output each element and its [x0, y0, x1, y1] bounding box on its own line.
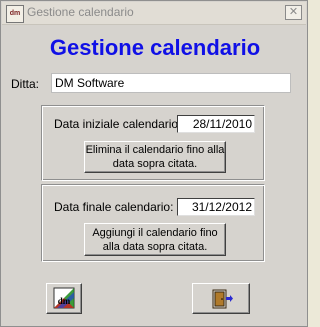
- delete-calendar-label-1: Elimina il calendario fino alla: [85, 144, 225, 156]
- close-button[interactable]: ✕: [285, 5, 302, 20]
- logo-button[interactable]: dm: [46, 283, 82, 314]
- dm-logo-icon: dm: [53, 287, 75, 309]
- exit-button[interactable]: [192, 283, 250, 314]
- company-field[interactable]: DM Software: [51, 73, 291, 93]
- add-calendar-button[interactable]: Aggiungi il calendario fino alla data so…: [84, 223, 226, 256]
- add-calendar-label-2: alla data sopra citata.: [102, 240, 208, 253]
- end-date-label: Data finale calendario:: [54, 200, 174, 214]
- add-calendar-label-1: Aggiungi il calendario fino: [92, 226, 218, 239]
- delete-calendar-label-2: data sopra citata.: [112, 158, 198, 170]
- start-date-input[interactable]: 28/11/2010: [177, 115, 255, 133]
- app-icon: dm: [6, 5, 24, 23]
- exit-door-icon: [212, 289, 233, 309]
- start-date-group: Data iniziale calendario: 28/11/2010 Eli…: [41, 105, 265, 181]
- window-title: Gestione calendario: [27, 5, 134, 19]
- end-date-input[interactable]: 31/12/2012: [177, 198, 255, 216]
- end-date-group: Data finale calendario: 31/12/2012 Aggiu…: [41, 184, 265, 262]
- company-label: Ditta:: [11, 77, 40, 91]
- start-date-label: Data iniziale calendario:: [54, 117, 182, 131]
- svg-text:dm: dm: [58, 296, 71, 306]
- page-title: Gestione calendario: [49, 35, 261, 60]
- delete-calendar-button[interactable]: Elimina il calendario fino alla data sop…: [84, 141, 226, 173]
- calendar-window: dm Gestione calendario ✕ Gestione calend…: [0, 0, 308, 327]
- title-bar[interactable]: dm Gestione calendario ✕: [2, 2, 306, 25]
